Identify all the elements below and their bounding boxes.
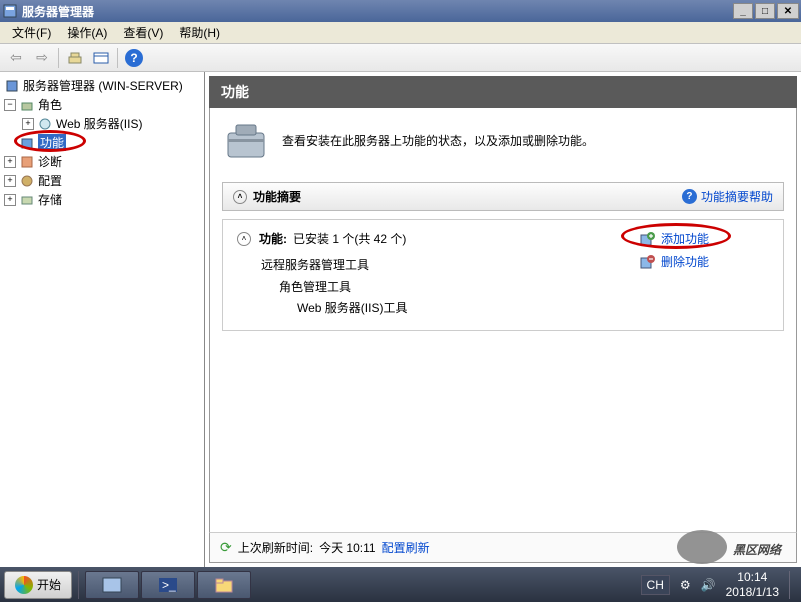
menu-action[interactable]: 操作(A) <box>59 22 115 43</box>
list-item: 远程服务器管理工具 <box>261 255 639 277</box>
svg-text:>_: >_ <box>162 578 176 592</box>
language-indicator[interactable]: CH <box>641 575 670 595</box>
remove-feature-link[interactable]: 删除功能 <box>639 253 769 270</box>
app-icon <box>2 3 18 19</box>
task-server-manager[interactable] <box>85 571 139 599</box>
separator <box>117 48 118 68</box>
diag-icon <box>19 155 35 169</box>
detail-box: ˄ 功能: 已安装 1 个(共 42 个) 远程服务器管理工具 角色管理工具 W… <box>222 219 784 331</box>
intro-text: 查看安装在此服务器上功能的状态，以及添加或删除功能。 <box>282 132 594 149</box>
minimize-button[interactable]: _ <box>733 3 753 19</box>
remove-feature-icon <box>639 254 655 270</box>
watermark-logo <box>677 530 727 564</box>
summary-title: 功能摘要 <box>253 188 301 205</box>
content-heading: 功能 <box>209 76 797 108</box>
collapse-icon[interactable]: ˄ <box>237 232 251 246</box>
content-body: 查看安装在此服务器上功能的状态，以及添加或删除功能。 ˄ 功能摘要 ? 功能摘要… <box>209 108 797 532</box>
collapse-icon: ˄ <box>233 190 247 204</box>
add-feature-icon <box>639 231 655 247</box>
view-button[interactable] <box>89 47 113 69</box>
installed-value: 已安装 1 个(共 42 个) <box>293 230 406 247</box>
config-icon <box>19 174 35 188</box>
summary-help-link[interactable]: ? 功能摘要帮助 <box>682 188 773 205</box>
toolbar: ⇦ ⇨ ? <box>0 44 801 72</box>
show-desktop[interactable] <box>789 571 797 599</box>
tray-volume-icon[interactable]: 🔊 <box>701 578 716 592</box>
window-controls: _ □ ✕ <box>733 3 799 19</box>
tree-pane[interactable]: 服务器管理器 (WIN-SERVER) − 角色 + Web 服务器(IIS) … <box>0 72 205 567</box>
clock[interactable]: 10:14 2018/1/13 <box>726 570 779 599</box>
maximize-button[interactable]: □ <box>755 3 775 19</box>
tray-icon[interactable]: ⚙ <box>680 578 691 592</box>
tree-iis[interactable]: + Web 服务器(IIS) <box>4 114 200 133</box>
menu-help[interactable]: 帮助(H) <box>171 22 228 43</box>
back-button[interactable]: ⇦ <box>4 47 28 69</box>
taskbar: 开始 >_ CH ⚙ 🔊 10:14 2018/1/13 <box>0 567 801 602</box>
tree-root[interactable]: 服务器管理器 (WIN-SERVER) <box>4 76 200 95</box>
window-title: 服务器管理器 <box>22 3 733 20</box>
toolbox-icon <box>222 118 270 162</box>
close-button[interactable]: ✕ <box>777 3 799 19</box>
divider <box>78 571 79 599</box>
menu-view[interactable]: 查看(V) <box>115 22 171 43</box>
config-refresh-link[interactable]: 配置刷新 <box>382 539 430 556</box>
help-icon: ? <box>682 189 697 204</box>
task-explorer[interactable] <box>197 571 251 599</box>
windows-icon <box>15 576 33 594</box>
separator <box>58 48 59 68</box>
storage-icon <box>19 193 35 207</box>
window-titlebar: 服务器管理器 _ □ ✕ <box>0 0 801 22</box>
expand-icon[interactable]: + <box>22 118 34 130</box>
menu-file[interactable]: 文件(F) <box>4 22 59 43</box>
list-item: Web 服务器(IIS)工具 <box>297 298 639 320</box>
last-refresh-value: 今天 10:11 <box>319 539 375 556</box>
intro-row: 查看安装在此服务器上功能的状态，以及添加或删除功能。 <box>222 118 784 162</box>
installed-label: 功能: <box>259 230 287 247</box>
watermark: 黑区网络 <box>677 529 781 564</box>
forward-button[interactable]: ⇨ <box>30 47 54 69</box>
properties-button[interactable] <box>63 47 87 69</box>
detail-right: 添加功能 删除功能 <box>639 230 769 320</box>
tree-features[interactable]: 功能 <box>4 133 200 152</box>
tree-config[interactable]: + 配置 <box>4 171 200 190</box>
add-feature-link[interactable]: 添加功能 <box>639 230 769 247</box>
help-icon: ? <box>125 49 143 67</box>
tree-diag[interactable]: + 诊断 <box>4 152 200 171</box>
system-tray: CH ⚙ 🔊 10:14 2018/1/13 <box>641 570 797 599</box>
main-area: 服务器管理器 (WIN-SERVER) − 角色 + Web 服务器(IIS) … <box>0 72 801 567</box>
start-button[interactable]: 开始 <box>4 571 72 599</box>
help-button[interactable]: ? <box>122 47 146 69</box>
iis-icon <box>37 117 53 131</box>
tree-roles[interactable]: − 角色 <box>4 95 200 114</box>
list-item: 角色管理工具 <box>279 277 639 299</box>
feature-title: ˄ 功能: 已安装 1 个(共 42 个) <box>237 230 639 247</box>
collapse-icon[interactable]: − <box>4 99 16 111</box>
roles-icon <box>19 98 35 112</box>
expand-icon[interactable]: + <box>4 156 16 168</box>
menubar: 文件(F) 操作(A) 查看(V) 帮助(H) <box>0 22 801 44</box>
server-icon <box>4 79 20 93</box>
summary-title-wrap[interactable]: ˄ 功能摘要 <box>233 188 301 205</box>
refresh-icon: ⟳ <box>220 539 232 556</box>
tree-storage[interactable]: + 存储 <box>4 190 200 209</box>
detail-left: ˄ 功能: 已安装 1 个(共 42 个) 远程服务器管理工具 角色管理工具 W… <box>237 230 639 320</box>
expand-icon[interactable]: + <box>4 194 16 206</box>
feature-list: 远程服务器管理工具 角色管理工具 Web 服务器(IIS)工具 <box>261 255 639 320</box>
features-icon <box>19 136 35 150</box>
content-pane: 功能 查看安装在此服务器上功能的状态，以及添加或删除功能。 ˄ 功能摘要 ? 功… <box>209 76 797 563</box>
last-refresh-label: 上次刷新时间: <box>238 539 313 556</box>
summary-row: ˄ 功能摘要 ? 功能摘要帮助 <box>222 182 784 211</box>
task-powershell[interactable]: >_ <box>141 571 195 599</box>
expand-icon[interactable]: + <box>4 175 16 187</box>
